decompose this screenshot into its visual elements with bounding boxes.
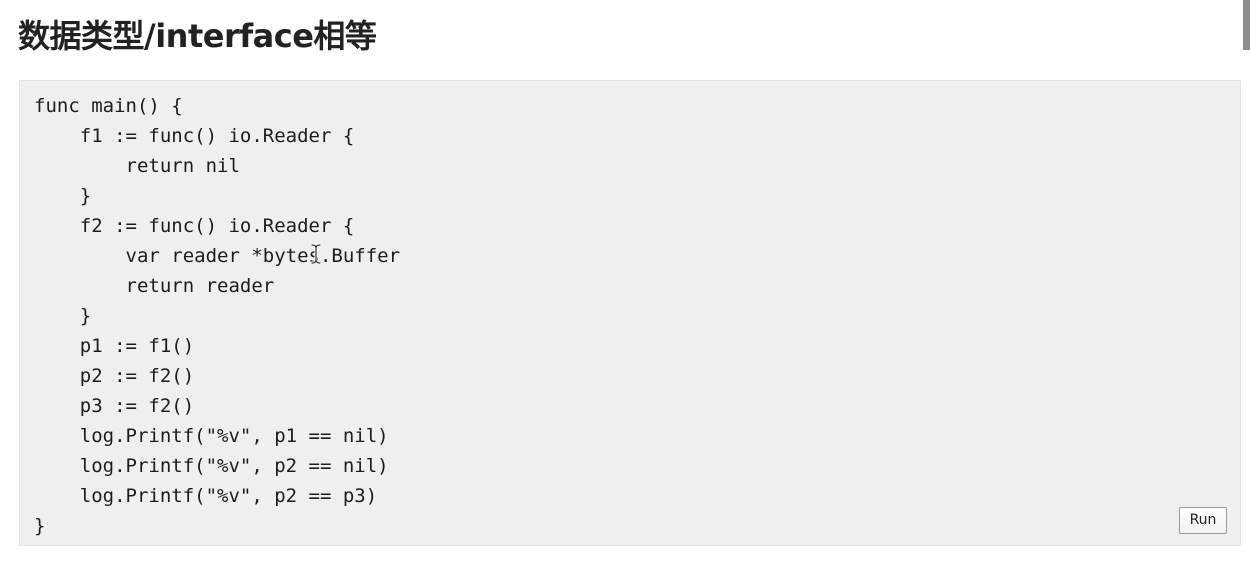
- code-line: }: [34, 515, 46, 537]
- code-line: f1 := func() io.Reader {: [34, 125, 355, 147]
- code-line: log.Printf("%v", p2 == nil): [34, 455, 389, 477]
- code-line: func main() {: [34, 95, 183, 117]
- code-block[interactable]: func main() { f1 := func() io.Reader { r…: [19, 80, 1241, 546]
- code-line: return reader: [34, 275, 275, 297]
- code-line: p1 := f1(): [34, 335, 195, 357]
- code-line: p3 := f2(): [34, 395, 195, 417]
- code-lines: func main() { f1 := func() io.Reader { r…: [34, 91, 400, 541]
- run-button[interactable]: Run: [1179, 507, 1227, 534]
- code-line: log.Printf("%v", p1 == nil): [34, 425, 389, 447]
- page-title: 数据类型/interface相等: [18, 17, 377, 55]
- code-line: p2 := f2(): [34, 365, 195, 387]
- code-line: f2 := func() io.Reader {: [34, 215, 355, 237]
- code-line: }: [34, 185, 92, 207]
- code-line: var reader *bytes.Buffer: [34, 245, 401, 267]
- scrollbar-thumb[interactable]: [1243, 0, 1250, 50]
- code-line: }: [34, 305, 92, 327]
- code-line: return nil: [34, 155, 240, 177]
- code-line: log.Printf("%v", p2 == p3): [34, 485, 378, 507]
